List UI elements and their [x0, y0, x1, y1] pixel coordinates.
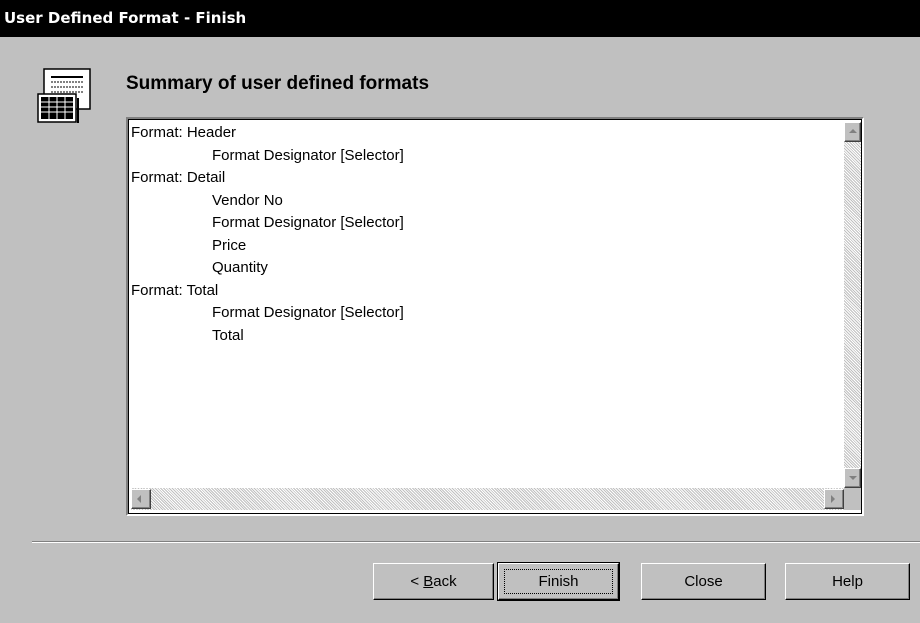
back-button-prefix: < — [410, 573, 424, 590]
separator-line — [32, 541, 920, 543]
back-button-mnemonic: B — [423, 573, 434, 590]
arrow-down-icon — [849, 476, 857, 480]
summary-heading: Summary of user defined formats — [126, 73, 430, 94]
window-title: User Defined Format - Finish — [4, 9, 247, 27]
focus-rectangle — [504, 569, 613, 594]
title-bar[interactable]: User Defined Format - Finish — [0, 0, 920, 37]
scroll-right-button[interactable] — [824, 489, 844, 509]
arrow-right-icon — [831, 495, 835, 503]
summary-field-item: Total — [212, 326, 244, 344]
help-button[interactable]: Help — [785, 563, 910, 600]
summary-field-item: Price — [212, 236, 247, 254]
summary-list-content: Format: Header Format Designator [Selecto… — [131, 122, 844, 488]
summary-format-item: Format: Total — [131, 281, 219, 299]
arrow-up-icon — [849, 129, 857, 133]
summary-format-item: Format: Detail — [131, 169, 226, 186]
back-button-rest: ack — [433, 573, 457, 590]
summary-field-item: Format Designator [Selector] — [212, 304, 404, 321]
back-button[interactable]: < Back — [373, 563, 494, 600]
arrow-left-icon — [137, 495, 141, 503]
scroll-down-button[interactable] — [844, 468, 861, 488]
summary-field-item: Quantity — [212, 259, 268, 276]
close-button[interactable]: Close — [641, 563, 766, 600]
scroll-left-button[interactable] — [131, 489, 151, 509]
dialog-window: User Defined Format - Finish Summary of … — [0, 0, 920, 623]
summary-field-item: Format Designator [Selector] — [212, 146, 404, 164]
summary-field-item: Vendor No — [212, 191, 283, 209]
summary-format-item: Format: Header — [131, 124, 237, 141]
horizontal-scrollbar[interactable] — [131, 488, 844, 510]
summary-listbox[interactable]: Format: Header Format Designator [Selecto… — [126, 117, 864, 516]
close-button-label: Close — [684, 573, 723, 590]
help-button-label: Help — [832, 573, 863, 590]
vertical-scrollbar[interactable] — [844, 122, 861, 488]
scrollbar-corner — [844, 488, 861, 510]
document-table-icon — [36, 68, 98, 124]
summary-field-item: Format Designator [Selector] — [212, 214, 404, 231]
scroll-up-button[interactable] — [844, 122, 861, 142]
finish-button[interactable]: Finish — [497, 562, 620, 601]
